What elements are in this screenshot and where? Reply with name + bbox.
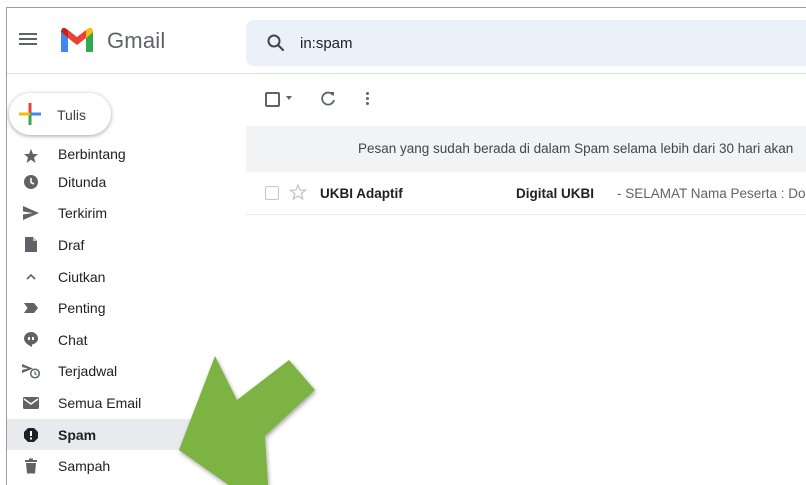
search-icon[interactable]	[266, 33, 286, 53]
sidebar-item-berbintang[interactable]: Berbintang	[7, 144, 245, 166]
spam-notice-banner: Pesan yang sudah berada di dalam Spam se…	[246, 126, 806, 172]
draft-icon	[21, 235, 41, 255]
clock-icon	[21, 172, 41, 192]
sidebar-item-sampah[interactable]: Sampah	[7, 450, 245, 482]
sidebar-nav: Berbintang Ditunda Terkirim Draf Ciutkan	[7, 144, 245, 482]
sidebar-item-ciutkan[interactable]: Ciutkan	[7, 261, 245, 293]
sidebar-item-draf[interactable]: Draf	[7, 229, 245, 261]
refresh-icon[interactable]	[319, 90, 337, 108]
table-row[interactable]: UKBI Adaptif Digital UKBI - SELAMAT Nama…	[246, 172, 806, 215]
sidebar-item-label: Draf	[58, 236, 85, 253]
sidebar-item-label: Ditunda	[58, 173, 107, 190]
important-icon	[21, 298, 41, 318]
send-icon	[21, 203, 41, 223]
mail-toolbar	[246, 74, 806, 124]
top-bar: Gmail	[7, 8, 806, 74]
trash-icon	[21, 456, 41, 476]
sidebar-item-penting[interactable]: Penting	[7, 292, 245, 324]
compose-label: Tulis	[57, 107, 87, 123]
scheduled-send-icon	[21, 361, 41, 381]
row-checkbox[interactable]	[265, 186, 279, 200]
sidebar-item-label: Terkirim	[58, 205, 107, 222]
sidebar-item-label: Terjadwal	[58, 363, 118, 380]
gmail-window: Gmail Tulis Berbintang	[6, 7, 806, 485]
plus-icon	[19, 103, 41, 125]
spam-notice-text: Pesan yang sudah berada di dalam Spam se…	[358, 141, 794, 156]
sidebar-item-label: Spam	[58, 426, 97, 443]
spam-icon	[21, 425, 41, 445]
sidebar-item-label: Penting	[58, 300, 106, 317]
sidebar-item-terkirim[interactable]: Terkirim	[7, 198, 245, 230]
sidebar-item-label: Berbintang	[58, 146, 126, 162]
main-menu-icon[interactable]	[17, 30, 39, 50]
all-mail-icon	[21, 393, 41, 413]
gmail-logo-icon[interactable]	[59, 26, 95, 54]
message-snippet: - SELAMAT Nama Peserta : Dody I	[617, 186, 806, 201]
sidebar-item-label: Sampah	[58, 458, 111, 475]
sidebar-item-label: Ciutkan	[58, 268, 106, 285]
sidebar-item-spam[interactable]: Spam 1	[7, 418, 245, 451]
search-bar[interactable]	[246, 20, 806, 66]
sidebar-item-terjadwal[interactable]: Terjadwal	[7, 356, 245, 388]
sidebar-item-chat[interactable]: Chat	[7, 324, 245, 356]
sidebar-item-ditunda[interactable]: Ditunda	[7, 166, 245, 198]
select-all-checkbox[interactable]	[265, 92, 280, 107]
chevron-up-icon	[21, 267, 41, 287]
chat-icon	[21, 330, 41, 350]
unread-count: 1	[211, 428, 218, 441]
compose-button[interactable]: Tulis	[9, 93, 111, 135]
sidebar-item-label: Chat	[58, 331, 88, 348]
select-dropdown-icon[interactable]	[286, 96, 292, 100]
sidebar-item-semua-email[interactable]: Semua Email	[7, 387, 245, 419]
star-outline-icon[interactable]	[289, 183, 307, 201]
app-name: Gmail	[107, 28, 166, 53]
star-icon	[21, 146, 41, 166]
more-options-icon[interactable]	[364, 90, 370, 108]
message-subject: Digital UKBI	[516, 186, 595, 201]
sidebar-item-label: Semua Email	[58, 394, 142, 411]
search-input[interactable]	[300, 20, 780, 66]
message-sender: UKBI Adaptif	[320, 186, 403, 201]
